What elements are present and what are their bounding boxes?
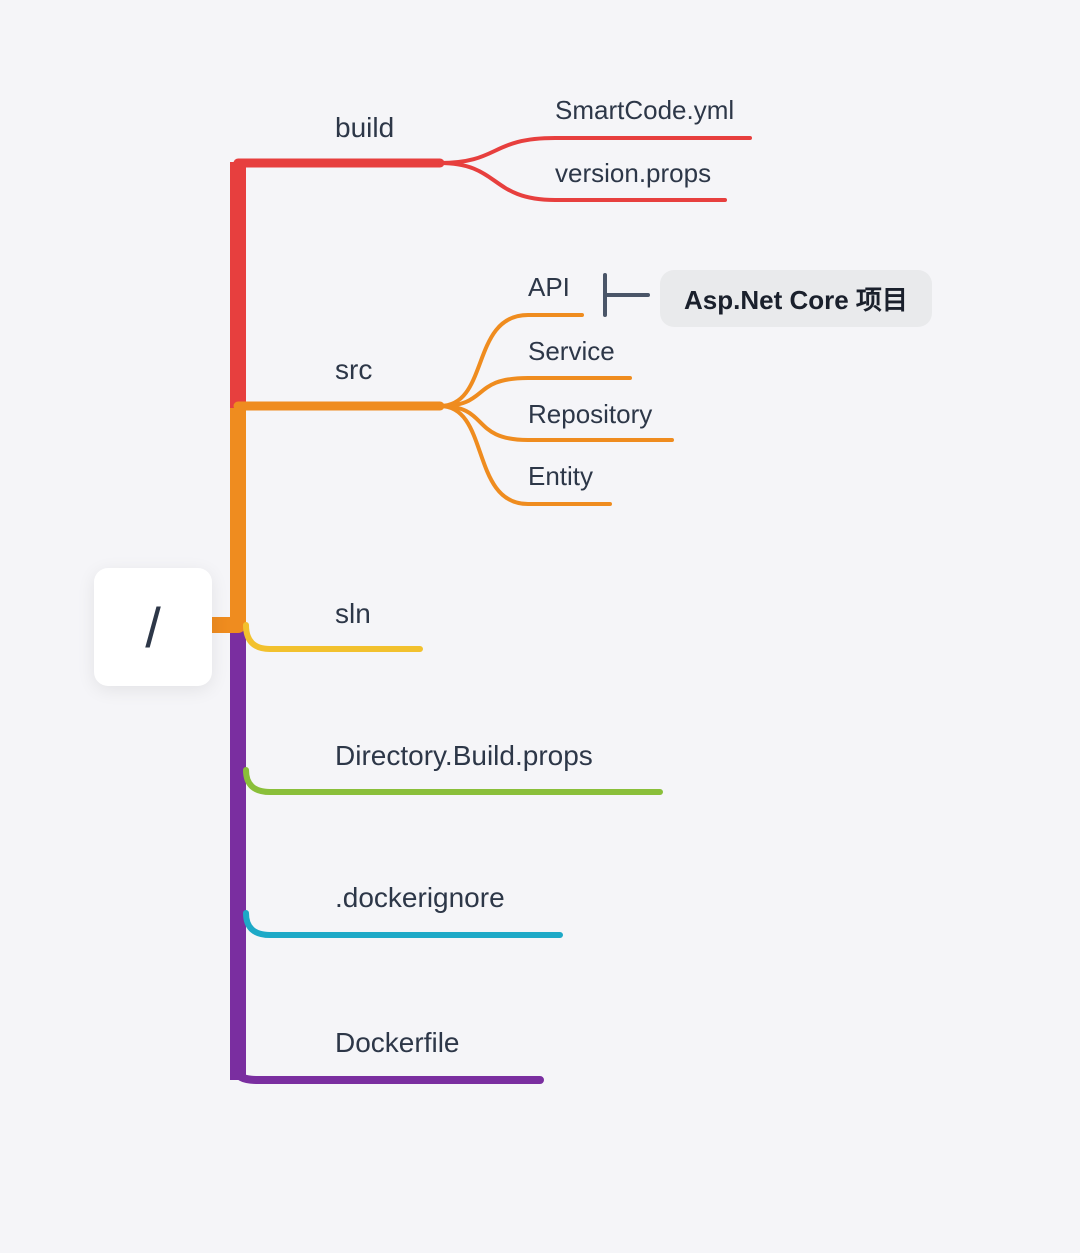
node-service[interactable]: Service <box>528 336 615 367</box>
node-src[interactable]: src <box>335 354 372 386</box>
badge-aspnetcore: Asp.Net Core 项目 <box>660 270 932 327</box>
node-build[interactable]: build <box>335 112 394 144</box>
node-api[interactable]: API <box>528 272 570 303</box>
node-entity[interactable]: Entity <box>528 461 593 492</box>
node-sln[interactable]: sln <box>335 598 371 630</box>
node-smartcode-yml[interactable]: SmartCode.yml <box>555 95 734 126</box>
root-node[interactable]: / <box>94 568 212 686</box>
node-version-props[interactable]: version.props <box>555 158 711 189</box>
node-dockerfile[interactable]: Dockerfile <box>335 1027 459 1059</box>
node-directory-build-props[interactable]: Directory.Build.props <box>335 740 593 772</box>
node-dockerignore[interactable]: .dockerignore <box>335 882 505 914</box>
root-label: / <box>145 595 161 660</box>
node-repository[interactable]: Repository <box>528 399 652 430</box>
